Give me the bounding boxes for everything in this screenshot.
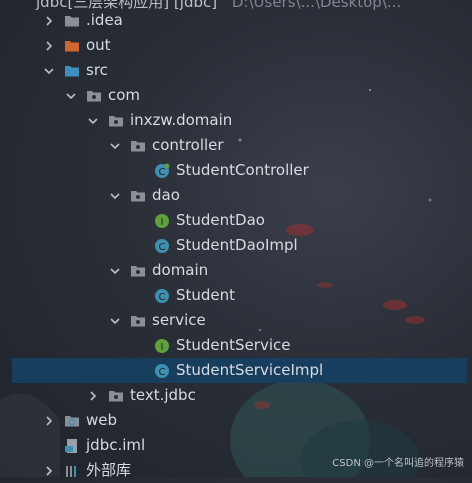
package-icon	[108, 113, 124, 129]
java-class-icon: C	[154, 363, 170, 379]
chevron-down-icon[interactable]	[108, 264, 122, 278]
source-root-folder-icon	[64, 63, 80, 79]
library-icon	[64, 463, 80, 479]
java-interface-icon: I	[154, 338, 170, 354]
svg-text:C: C	[159, 367, 166, 378]
watermark: CSDN @一个名叫追的程序猿	[332, 458, 464, 469]
tree-item-inxzw-domain[interactable]: inxzw.domain	[12, 108, 467, 133]
tree-item-label: com	[108, 86, 141, 104]
tree-item-label: StudentController	[176, 161, 309, 179]
tree-item-label: inxzw.domain	[130, 111, 233, 129]
tree-item-web[interactable]: web	[12, 408, 467, 433]
tree-item-controller[interactable]: controller	[12, 133, 467, 158]
chevron-right-icon[interactable]	[86, 389, 100, 403]
java-interface-icon: I	[154, 213, 170, 229]
tree-item-label: src	[86, 61, 108, 79]
tree-item-label: 外部库	[86, 461, 132, 479]
excluded-folder-icon	[64, 38, 80, 54]
project-tree: .idea out src com inxzw.domain controlle…	[12, 0, 467, 479]
tree-item-label: jdbc.iml	[86, 436, 146, 454]
package-icon	[130, 263, 146, 279]
tree-item-label: controller	[152, 136, 224, 154]
tree-item-student-controller[interactable]: C StudentController	[12, 158, 467, 183]
package-icon	[130, 313, 146, 329]
tree-item-service[interactable]: service	[12, 308, 467, 333]
tree-item-label: out	[86, 36, 111, 54]
tree-item-label: dao	[152, 186, 180, 204]
tree-item-student-dao[interactable]: I StudentDao	[12, 208, 467, 233]
tree-item-student-service[interactable]: I StudentService	[12, 333, 467, 358]
java-class-icon: C	[154, 163, 170, 179]
tree-item-label: StudentDaoImpl	[176, 236, 298, 254]
tree-item-out[interactable]: out	[12, 33, 467, 58]
tree-item-label: web	[86, 411, 118, 429]
chevron-down-icon[interactable]	[42, 64, 56, 78]
chevron-down-icon[interactable]	[64, 89, 78, 103]
tree-item-label: domain	[152, 261, 209, 279]
chevron-right-icon[interactable]	[42, 414, 56, 428]
chevron-down-icon[interactable]	[108, 189, 122, 203]
tree-item-domain[interactable]: domain	[12, 258, 467, 283]
chevron-right-icon[interactable]	[42, 14, 56, 28]
svg-text:C: C	[159, 167, 166, 178]
svg-text:I: I	[161, 217, 164, 228]
folder-icon	[64, 13, 80, 29]
tree-item-text-jdbc[interactable]: text.jdbc	[12, 383, 467, 408]
tree-item-com[interactable]: com	[12, 83, 467, 108]
svg-text:C: C	[159, 292, 166, 303]
tree-item-label: StudentDao	[176, 211, 265, 229]
tree-item-label: service	[152, 311, 206, 329]
tree-item-student-dao-impl[interactable]: C StudentDaoImpl	[12, 233, 467, 258]
tree-item-label: text.jdbc	[130, 386, 196, 404]
tree-item-idea[interactable]: .idea	[12, 8, 467, 33]
tree-item-student[interactable]: C Student	[12, 283, 467, 308]
web-folder-icon	[64, 413, 80, 429]
package-icon	[130, 188, 146, 204]
tree-item-label: StudentServiceImpl	[176, 361, 324, 379]
chevron-right-icon[interactable]	[42, 39, 56, 53]
tree-item-dao[interactable]: dao	[12, 183, 467, 208]
chevron-down-icon[interactable]	[108, 139, 122, 153]
svg-text:C: C	[159, 242, 166, 253]
chevron-right-icon[interactable]	[42, 464, 56, 478]
tree-item-label: .idea	[86, 11, 123, 29]
package-icon	[130, 138, 146, 154]
java-class-icon: C	[154, 238, 170, 254]
tree-item-label: Student	[176, 286, 236, 304]
module-file-icon	[64, 438, 80, 454]
tree-item-label: StudentService	[176, 336, 291, 354]
java-class-icon: C	[154, 288, 170, 304]
chevron-down-icon[interactable]	[108, 314, 122, 328]
svg-text:I: I	[161, 342, 164, 353]
package-icon	[86, 88, 102, 104]
tree-item-student-service-impl[interactable]: C StudentServiceImpl	[12, 358, 467, 383]
tree-item-src[interactable]: src	[12, 58, 467, 83]
package-icon	[108, 388, 124, 404]
chevron-down-icon[interactable]	[86, 114, 100, 128]
